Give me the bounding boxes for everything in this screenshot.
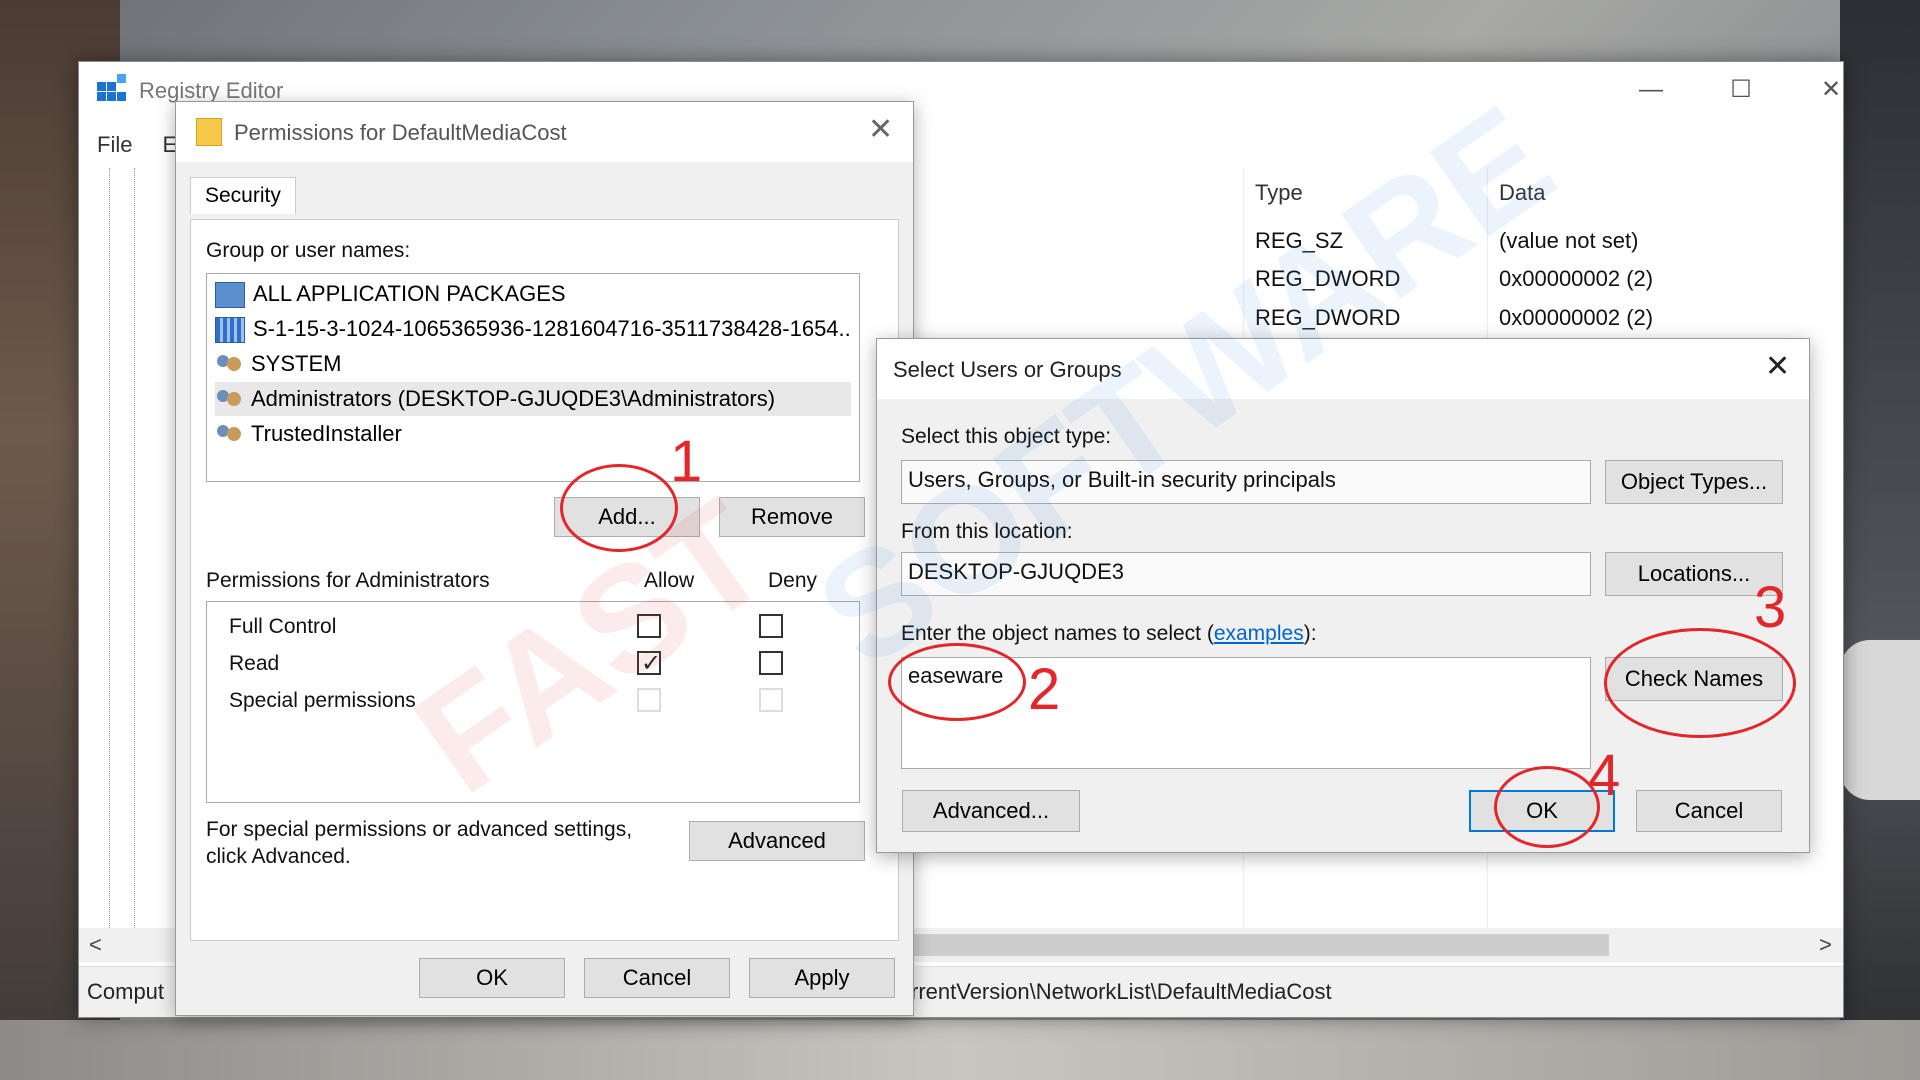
value-data[interactable]: 0x00000002 (2) — [1499, 305, 1653, 331]
annotation-circle — [560, 464, 678, 552]
permissions-title: Permissions for DefaultMediaCost — [234, 120, 567, 145]
registry-editor-icon — [97, 74, 126, 102]
background-bottom — [0, 1020, 1920, 1080]
folder-icon — [196, 118, 222, 146]
user-name: ALL APPLICATION PACKAGES — [253, 281, 566, 306]
advanced-button[interactable]: Advanced — [689, 821, 865, 861]
annotation-circle — [1604, 628, 1796, 738]
permissions-for-label: Permissions for Administrators — [206, 569, 490, 592]
list-item[interactable]: ALL APPLICATION PACKAGES — [215, 277, 851, 311]
tree-guide-line — [109, 168, 110, 928]
list-item[interactable]: TrustedInstaller — [215, 417, 851, 451]
maximize-button[interactable]: ☐ — [1719, 72, 1763, 108]
annotation-circle — [888, 643, 1026, 721]
permission-name: Full Control — [229, 615, 337, 638]
advanced-note: click Advanced. — [206, 845, 351, 868]
users-icon — [215, 388, 243, 412]
users-icon — [215, 353, 243, 377]
tab-security[interactable]: Security — [190, 177, 296, 214]
list-item[interactable]: S-1-15-3-1024-1065365936-1281604716-3511… — [215, 312, 851, 346]
sid-icon — [215, 317, 245, 344]
value-data[interactable]: 0x00000002 (2) — [1499, 266, 1653, 292]
annotation-circle — [1494, 766, 1600, 848]
annotation-number: 3 — [1754, 575, 1787, 640]
user-list[interactable]: ALL APPLICATION PACKAGES S-1-15-3-1024-1… — [206, 273, 860, 482]
list-item-selected[interactable]: Administrators (DESKTOP-GJUQDE3\Administ… — [215, 382, 851, 416]
background-right — [1840, 0, 1920, 1080]
permission-name: Read — [229, 652, 280, 675]
close-icon[interactable]: ✕ — [1765, 349, 1790, 384]
user-name: TrustedInstaller — [251, 421, 402, 446]
object-names-label-end: ): — [1303, 622, 1317, 645]
list-item[interactable]: SYSTEM — [215, 347, 851, 381]
minimize-button[interactable]: — — [1629, 72, 1673, 108]
permissions-titlebar: Permissions for DefaultMediaCost ✕ — [176, 102, 913, 162]
examples-link[interactable]: examples — [1214, 622, 1304, 645]
advanced-button[interactable]: Advanced... — [902, 790, 1080, 832]
cancel-button[interactable]: Cancel — [1636, 790, 1782, 832]
user-name: SYSTEM — [251, 351, 342, 376]
close-icon[interactable]: ✕ — [868, 112, 893, 147]
special-deny-checkbox — [759, 688, 783, 712]
apply-button[interactable]: Apply — [749, 958, 895, 998]
advanced-note: For special permissions or advanced sett… — [206, 818, 633, 841]
menu-file[interactable]: File — [97, 132, 132, 157]
cancel-button[interactable]: Cancel — [584, 958, 730, 998]
status-computer: Comput — [87, 979, 165, 1004]
users-icon — [215, 423, 243, 447]
background-keyboard — [1840, 640, 1920, 800]
annotation-number: 1 — [670, 429, 703, 494]
registry-titlebar: Registry Editor — ☐ ✕ — [79, 62, 1843, 103]
user-name: S-1-15-3-1024-1065365936-1281604716-3511… — [253, 316, 851, 341]
user-name: Administrators (DESKTOP-GJUQDE3\Administ… — [251, 386, 776, 411]
read-deny-checkbox[interactable] — [759, 651, 783, 675]
scroll-right-arrow-icon[interactable]: > — [1819, 932, 1832, 958]
tree-guide-line — [134, 168, 135, 928]
object-types-button[interactable]: Object Types... — [1605, 460, 1783, 504]
permission-name: Special permissions — [229, 689, 416, 712]
ok-button[interactable]: OK — [419, 958, 565, 998]
package-icon — [215, 282, 245, 309]
close-button[interactable]: ✕ — [1809, 72, 1853, 108]
annotation-number: 4 — [1588, 743, 1621, 808]
annotation-number: 2 — [1028, 657, 1061, 722]
group-names-label: Group or user names: — [206, 239, 411, 262]
scroll-left-arrow-icon[interactable]: < — [89, 932, 102, 958]
status-path: rrentVersion\NetworkList\DefaultMediaCos… — [911, 979, 1332, 1004]
